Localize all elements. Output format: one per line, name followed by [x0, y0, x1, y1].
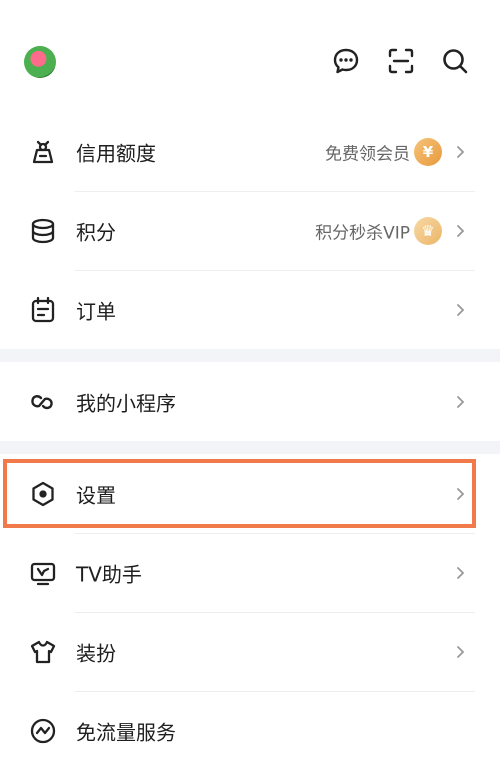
chevron-right-icon	[454, 645, 468, 659]
section-separator	[0, 349, 500, 362]
menu-item-tv-assistant[interactable]: TV助手	[0, 533, 500, 612]
chevron-right-icon	[454, 303, 468, 317]
flow-icon	[28, 716, 58, 746]
miniprogram-icon	[28, 387, 58, 417]
menu-item-orders[interactable]: 订单	[0, 270, 500, 349]
menu-item-label: 信用额度	[76, 141, 156, 165]
section-separator	[0, 441, 500, 454]
menu-item-label: 设置	[76, 483, 116, 507]
settings-icon	[28, 479, 58, 509]
order-icon	[28, 295, 58, 325]
scan-icon[interactable]	[386, 46, 416, 76]
menu-item-note: 免费领会员	[325, 144, 410, 164]
menu-item-label: 订单	[76, 299, 116, 323]
crown-badge-icon: ♛	[414, 216, 442, 245]
menu-group-account: 信用额度 免费领会员 ¥ 积分 积分秒杀VIP ♛ 订单	[0, 112, 500, 349]
menu-item-label: 装扮	[76, 641, 116, 665]
menu-group-general: 设置 TV助手 装扮 免流量服务	[0, 454, 500, 770]
menu-item-label: 免流量服务	[76, 720, 176, 744]
menu-item-note: 积分秒杀VIP	[315, 223, 410, 243]
menu-item-mini-programs[interactable]: 我的小程序	[0, 362, 500, 441]
messages-icon[interactable]	[331, 46, 361, 76]
chevron-right-icon	[454, 224, 468, 238]
menu-group-programs: 我的小程序	[0, 362, 500, 441]
chevron-right-icon	[454, 395, 468, 409]
chevron-right-icon	[454, 145, 468, 159]
points-icon	[28, 216, 58, 246]
menu-item-dress-up[interactable]: 装扮	[0, 612, 500, 691]
menu-item-points[interactable]: 积分 积分秒杀VIP ♛	[0, 191, 500, 270]
search-icon[interactable]	[440, 46, 470, 76]
menu-item-label: 我的小程序	[76, 391, 176, 415]
avatar[interactable]	[24, 46, 56, 78]
menu-item-free-data[interactable]: 免流量服务	[0, 691, 500, 770]
tv-icon	[28, 558, 58, 588]
yuan-badge-icon: ¥	[414, 137, 442, 166]
top-bar	[0, 0, 500, 112]
shirt-icon	[28, 637, 58, 667]
credit-icon	[28, 137, 58, 167]
chevron-right-icon	[454, 566, 468, 580]
menu-item-label: TV助手	[76, 562, 142, 586]
menu-item-label: 积分	[76, 220, 116, 244]
menu-item-settings[interactable]: 设置	[0, 454, 500, 533]
chevron-right-icon	[454, 487, 468, 501]
menu-item-credit[interactable]: 信用额度 免费领会员 ¥	[0, 112, 500, 191]
